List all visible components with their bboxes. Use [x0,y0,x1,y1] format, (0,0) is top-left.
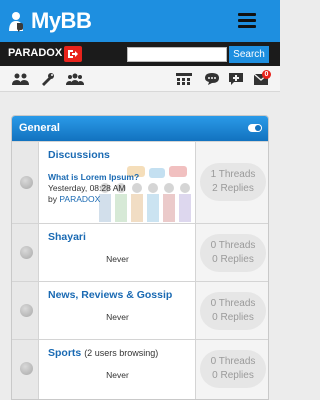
forum-stats: 0 Threads 0 Replies [200,292,266,330]
category-title[interactable]: General [19,122,60,134]
username-link[interactable]: PARADOX [8,47,62,59]
thread-count: 0 Threads [210,356,256,367]
forum-row: Sports (2 users browsing) Never 0 Thread… [12,339,268,399]
forum-stats-cell: 0 Threads 0 Replies [196,282,268,339]
reply-count: 2 Replies [212,183,254,194]
tools-icon[interactable] [40,72,56,86]
forum-link-news[interactable]: News, Reviews & Gossip [48,289,172,301]
user-bar: PARADOX Search [0,42,280,66]
logo-person-icon [8,10,30,32]
thread-count: 1 Threads [210,169,256,180]
forum-stats-cell: 1 Threads 2 Replies [196,142,268,223]
site-header: MyBB [0,0,280,42]
forum-main-cell: Sports (2 users browsing) Never [39,340,196,399]
group-icon[interactable] [66,72,84,86]
logout-icon [68,50,78,58]
forum-stats: 0 Threads 0 Replies [200,234,266,272]
last-post-title[interactable]: What is Lorem Ipsum? [48,172,139,183]
last-post-never: Never [106,312,129,322]
forum-status-cell [12,224,39,281]
icon-toolbar [0,66,280,92]
forum-status-icon [20,246,33,259]
forum-row: News, Reviews & Gossip Never 0 Threads 0… [12,281,268,339]
forum-main-cell: Shayari Never [39,224,196,281]
logo-text: MyBB [31,8,92,33]
thread-count: 0 Threads [210,298,256,309]
thread-count: 0 Threads [210,240,256,251]
last-post-date: Yesterday, 08:28 AM [48,183,126,193]
search-input[interactable] [127,47,227,62]
reply-count: 0 Replies [212,370,254,381]
forum-status-cell [12,282,39,339]
forum-stats: 0 Threads 0 Replies [200,350,266,388]
forum-status-cell [12,340,39,399]
chat-icon[interactable] [204,72,220,86]
forum-status-icon [20,304,33,317]
forum-status-icon [20,176,33,189]
forum-link-discussions[interactable]: Discussions [48,149,110,161]
logout-button[interactable] [64,46,82,62]
forum-category: General Discussions What is Lorem Ipsum?… [11,115,269,400]
forum-main-cell: Discussions What is Lorem Ipsum? Yesterd… [39,142,196,223]
forum-stats-cell: 0 Threads 0 Replies [196,340,268,399]
forum-row: Discussions What is Lorem Ipsum? Yesterd… [12,141,268,223]
collapse-toggle-icon[interactable] [248,124,262,132]
forum-status-icon [20,362,33,375]
notification-badge: 0 [262,70,271,79]
forum-stats-cell: 0 Threads 0 Replies [196,224,268,281]
calendar-icon[interactable] [175,72,193,86]
category-header: General [12,116,268,141]
forum-link-sports[interactable]: Sports (2 users browsing) [48,347,158,359]
last-post-author[interactable]: PARADOX [59,194,100,204]
search-button[interactable]: Search [229,46,269,63]
forum-link-shayari[interactable]: Shayari [48,231,86,243]
site-logo[interactable]: MyBB [8,7,92,35]
reply-count: 0 Replies [212,254,254,265]
forum-name-sports[interactable]: Sports [48,347,81,359]
reply-count: 0 Replies [212,312,254,323]
forum-stats: 1 Threads 2 Replies [200,163,266,201]
last-post-never: Never [106,254,129,264]
forum-row: Shayari Never 0 Threads 0 Replies [12,223,268,281]
users-browsing: (2 users browsing) [84,348,159,358]
members-icon[interactable] [12,72,30,86]
new-message-icon[interactable] [228,72,244,86]
last-post-never: Never [106,370,129,380]
last-post-by: by [48,194,57,204]
last-post-byline: by PARADOX [48,194,100,205]
hamburger-icon[interactable] [238,13,256,29]
forum-main-cell: News, Reviews & Gossip Never [39,282,196,339]
forum-status-cell [12,142,39,223]
